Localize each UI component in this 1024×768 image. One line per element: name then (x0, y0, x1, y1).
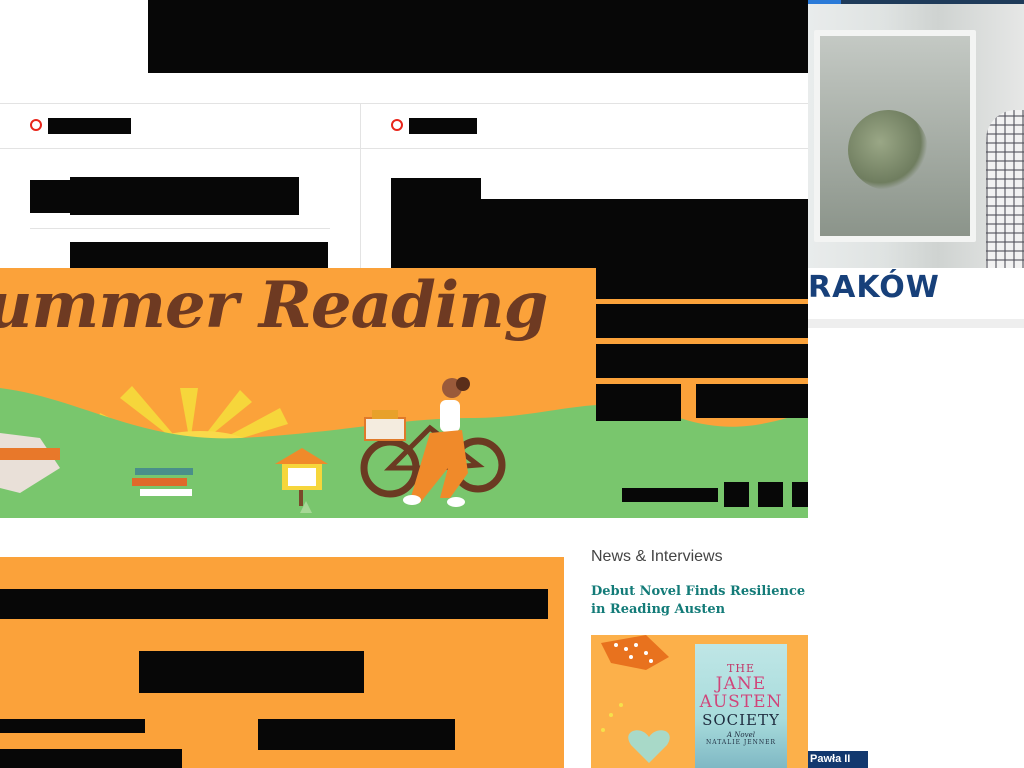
book-title-line: AUSTEN (699, 692, 783, 712)
promo-text-redacted (0, 749, 182, 768)
article-link[interactable]: Debut Novel Finds Resilience in Reading … (591, 583, 808, 623)
category-label-redacted[interactable] (48, 118, 131, 134)
header-redacted (148, 0, 808, 73)
slider-progress-active (808, 0, 841, 4)
promo-button-redacted[interactable] (139, 651, 364, 693)
headline-redacted[interactable] (391, 178, 481, 268)
card-divider (30, 228, 330, 229)
banner-button-redacted[interactable] (596, 384, 681, 421)
pause-slide-button[interactable] (758, 482, 783, 507)
page: RAKÓW ummer Reading News & Interviews De… (0, 0, 1024, 768)
category-label-redacted[interactable] (409, 118, 477, 134)
book-title-line: SOCIETY (702, 711, 780, 729)
grid-divider-mid (0, 148, 808, 149)
promo-title-redacted (0, 589, 548, 619)
headline-redacted[interactable] (30, 180, 70, 213)
location-tag[interactable]: Pawła II (808, 751, 868, 768)
book-subtitle: A Novel (727, 731, 755, 739)
brand-logo-text: RAKÓW (808, 270, 940, 305)
hero-photo[interactable] (808, 0, 1024, 268)
grid-divider-top (0, 103, 808, 104)
banner-text-redacted (596, 344, 808, 378)
prev-slide-button[interactable] (724, 482, 749, 507)
grid-divider-vertical (360, 103, 361, 268)
banner-button-redacted[interactable] (696, 384, 808, 418)
book-author: NATALIE JENNER (705, 739, 777, 746)
control-label-redacted (622, 488, 718, 502)
book-title-line: JANE (715, 674, 767, 694)
photo-plant (848, 110, 928, 190)
banner-text-redacted (596, 304, 808, 338)
slider-progress-track (841, 0, 1024, 4)
article-image[interactable]: THE JANE AUSTEN SOCIETY A Novel NATALIE … (591, 635, 808, 768)
promo-text-redacted (258, 719, 455, 750)
book-cover: THE JANE AUSTEN SOCIETY A Novel NATALIE … (695, 644, 787, 768)
headline-redacted[interactable] (70, 177, 299, 215)
banner-title: ummer Reading (0, 268, 548, 343)
subheadline-redacted[interactable] (70, 242, 328, 268)
promo-text-redacted (0, 719, 145, 733)
live-dot-icon (30, 119, 42, 131)
news-section-heading: News & Interviews (591, 548, 723, 565)
brand-divider (808, 319, 1024, 328)
next-slide-button[interactable] (792, 482, 808, 507)
photo-plaid-shirt (986, 110, 1024, 268)
banner-text-redacted (596, 268, 808, 299)
live-dot-icon (391, 119, 403, 131)
headline-redacted[interactable] (481, 199, 808, 268)
